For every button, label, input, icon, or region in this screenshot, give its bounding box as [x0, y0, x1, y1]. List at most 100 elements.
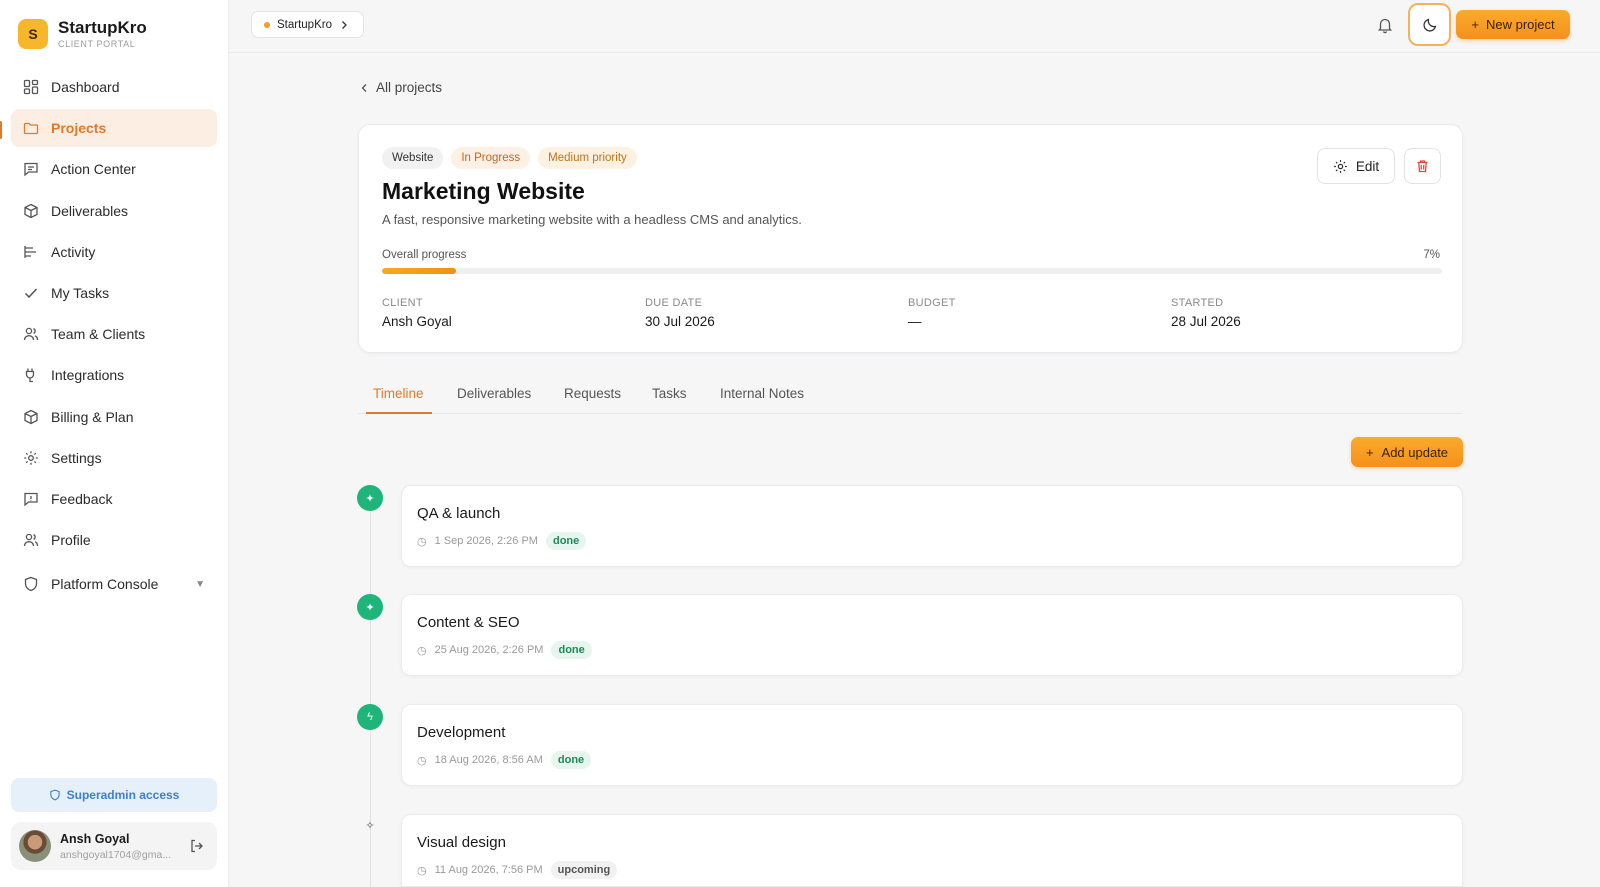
timeline-time: 25 Aug 2026, 2:26 PM: [434, 644, 544, 656]
theme-toggle-button[interactable]: [1408, 3, 1451, 46]
sidebar-item-deliverables[interactable]: Deliverables: [11, 192, 217, 230]
sidebar-item-billing[interactable]: Billing & Plan: [11, 398, 217, 436]
page-title: Marketing Website: [382, 178, 585, 204]
timeline-meta: ◷ 18 Aug 2026, 8:56 AM done: [417, 751, 592, 769]
sidebar-item-label: Dashboard: [51, 79, 120, 95]
delete-button[interactable]: [1404, 148, 1441, 184]
timeline-time: 18 Aug 2026, 8:56 AM: [434, 754, 543, 766]
timeline-item[interactable]: Content & SEO ◷ 25 Aug 2026, 2:26 PM don…: [401, 594, 1463, 676]
gear-icon: [1333, 159, 1347, 173]
sparkle-icon: ✧: [365, 819, 375, 832]
active-nav-marker: [0, 121, 2, 139]
avatar: [19, 830, 51, 862]
superadmin-badge[interactable]: Superadmin access: [11, 778, 217, 812]
meta-value: 28 Jul 2026: [1171, 314, 1241, 329]
priority-tag: Medium priority: [538, 147, 637, 169]
shield-icon: [49, 789, 60, 801]
meta-budget: BUDGET —: [908, 297, 956, 329]
sidebar-item-activity[interactable]: Activity: [11, 233, 217, 271]
sidebar-item-label: Billing & Plan: [51, 408, 134, 425]
project-tags: Website In Progress Medium priority: [382, 147, 637, 169]
user-name: Ansh Goyal: [60, 831, 130, 846]
sidebar-item-integrations[interactable]: Integrations: [11, 356, 217, 394]
sparkle-icon: ✦: [365, 601, 375, 614]
progress-fill: [382, 268, 457, 274]
progress-bar: [382, 268, 1442, 274]
sidebar-item-team-clients[interactable]: Team & Clients: [11, 315, 217, 353]
sidebar-item-profile[interactable]: Profile: [11, 521, 217, 559]
workspace-switcher[interactable]: StartupKro: [251, 11, 364, 38]
type-tag: Website: [382, 147, 444, 169]
tab-internal-notes[interactable]: Internal Notes: [720, 386, 804, 401]
tab-timeline[interactable]: Timeline: [373, 386, 424, 401]
sidebar-item-label: My Tasks: [51, 284, 110, 301]
topbar: StartupKro + New project: [229, 0, 1600, 53]
add-update-button[interactable]: + Add update: [1351, 437, 1463, 467]
workspace-name: StartupKro: [277, 18, 332, 31]
users-icon: [23, 533, 39, 547]
sidebar-item-label: Platform Console: [51, 576, 159, 593]
folder-icon: [23, 123, 39, 135]
sidebar-item-label: Action Center: [51, 161, 136, 178]
timeline-item[interactable]: Visual design ◷ 11 Aug 2026, 7:56 PM upc…: [401, 814, 1463, 887]
tab-tasks[interactable]: Tasks: [652, 386, 687, 401]
sidebar-item-platform-console[interactable]: Platform Console ▼: [11, 565, 217, 603]
timeline-title: QA & launch: [417, 505, 501, 522]
bolt-icon: ϟ: [367, 711, 373, 723]
back-to-projects-link[interactable]: All projects: [360, 80, 442, 95]
meta-value: 30 Jul 2026: [645, 314, 715, 329]
tab-requests[interactable]: Requests: [564, 386, 621, 401]
sidebar-item-label: Deliverables: [51, 202, 129, 219]
sidebar-nav: Dashboard Projects Action Center Deliver…: [11, 68, 217, 606]
sidebar-item-action-center[interactable]: Action Center: [11, 150, 217, 188]
progress-percent: 7%: [1423, 249, 1440, 261]
brand[interactable]: S StartupKro CLIENT PORTAL: [18, 19, 147, 49]
timeline-title: Development: [417, 724, 506, 741]
sidebar-item-label: Integrations: [51, 367, 125, 384]
moon-icon: [1422, 18, 1436, 32]
bell-icon[interactable]: [1376, 16, 1394, 34]
status-badge: done: [545, 532, 587, 550]
user-card[interactable]: Ansh Goyal anshgoyal1704@gma...: [11, 822, 217, 870]
check-icon: [24, 288, 38, 299]
progress-label: Overall progress: [382, 249, 467, 261]
timeline-node-done: ✦: [357, 485, 383, 511]
user-email: anshgoyal1704@gma...: [60, 848, 172, 861]
edit-label: Edit: [1355, 158, 1380, 174]
sidebar-item-label: Team & Clients: [51, 326, 146, 343]
message-icon: [24, 163, 38, 177]
sidebar-item-feedback[interactable]: Feedback: [11, 480, 217, 518]
logout-icon[interactable]: [189, 838, 205, 854]
timeline-item[interactable]: Development ◷ 18 Aug 2026, 8:56 AM done: [401, 704, 1463, 786]
sidebar-item-my-tasks[interactable]: My Tasks: [11, 274, 217, 312]
timeline-title: Content & SEO: [417, 614, 520, 631]
sidebar-item-label: Settings: [51, 449, 102, 466]
sidebar-item-dashboard[interactable]: Dashboard: [11, 68, 217, 106]
project-description: A fast, responsive marketing website wit…: [382, 212, 802, 227]
trash-icon: [1417, 160, 1428, 173]
chevron-left-icon: [361, 83, 367, 92]
sidebar-item-settings[interactable]: Settings: [11, 439, 217, 477]
timeline-time: 1 Sep 2026, 2:26 PM: [434, 535, 538, 547]
timeline-item[interactable]: QA & launch ◷ 1 Sep 2026, 2:26 PM done: [401, 485, 1463, 567]
chevron-right-icon: [342, 20, 347, 29]
back-label: All projects: [376, 80, 443, 95]
caret-down-icon[interactable]: ▼: [195, 579, 205, 590]
clock-icon: ◷: [417, 864, 427, 877]
users-icon: [23, 327, 39, 341]
edit-button[interactable]: Edit: [1317, 148, 1395, 184]
sparkle-icon: ✦: [365, 492, 375, 505]
new-project-button[interactable]: + New project: [1456, 10, 1570, 39]
box-icon: [24, 203, 38, 218]
superadmin-label: Superadmin access: [66, 788, 180, 802]
meta-label: STARTED: [1171, 297, 1224, 309]
sidebar-item-label: Projects: [51, 120, 107, 137]
project-card: Website In Progress Medium priority Mark…: [358, 124, 1463, 353]
sidebar-item-label: Feedback: [51, 490, 113, 507]
sidebar-item-label: Activity: [51, 243, 96, 260]
plug-icon: [25, 368, 35, 383]
tab-deliverables[interactable]: Deliverables: [457, 386, 531, 401]
meta-started: STARTED 28 Jul 2026: [1171, 297, 1241, 329]
sidebar-item-projects[interactable]: Projects: [11, 109, 217, 148]
timeline-node-done: ✦: [357, 594, 383, 620]
